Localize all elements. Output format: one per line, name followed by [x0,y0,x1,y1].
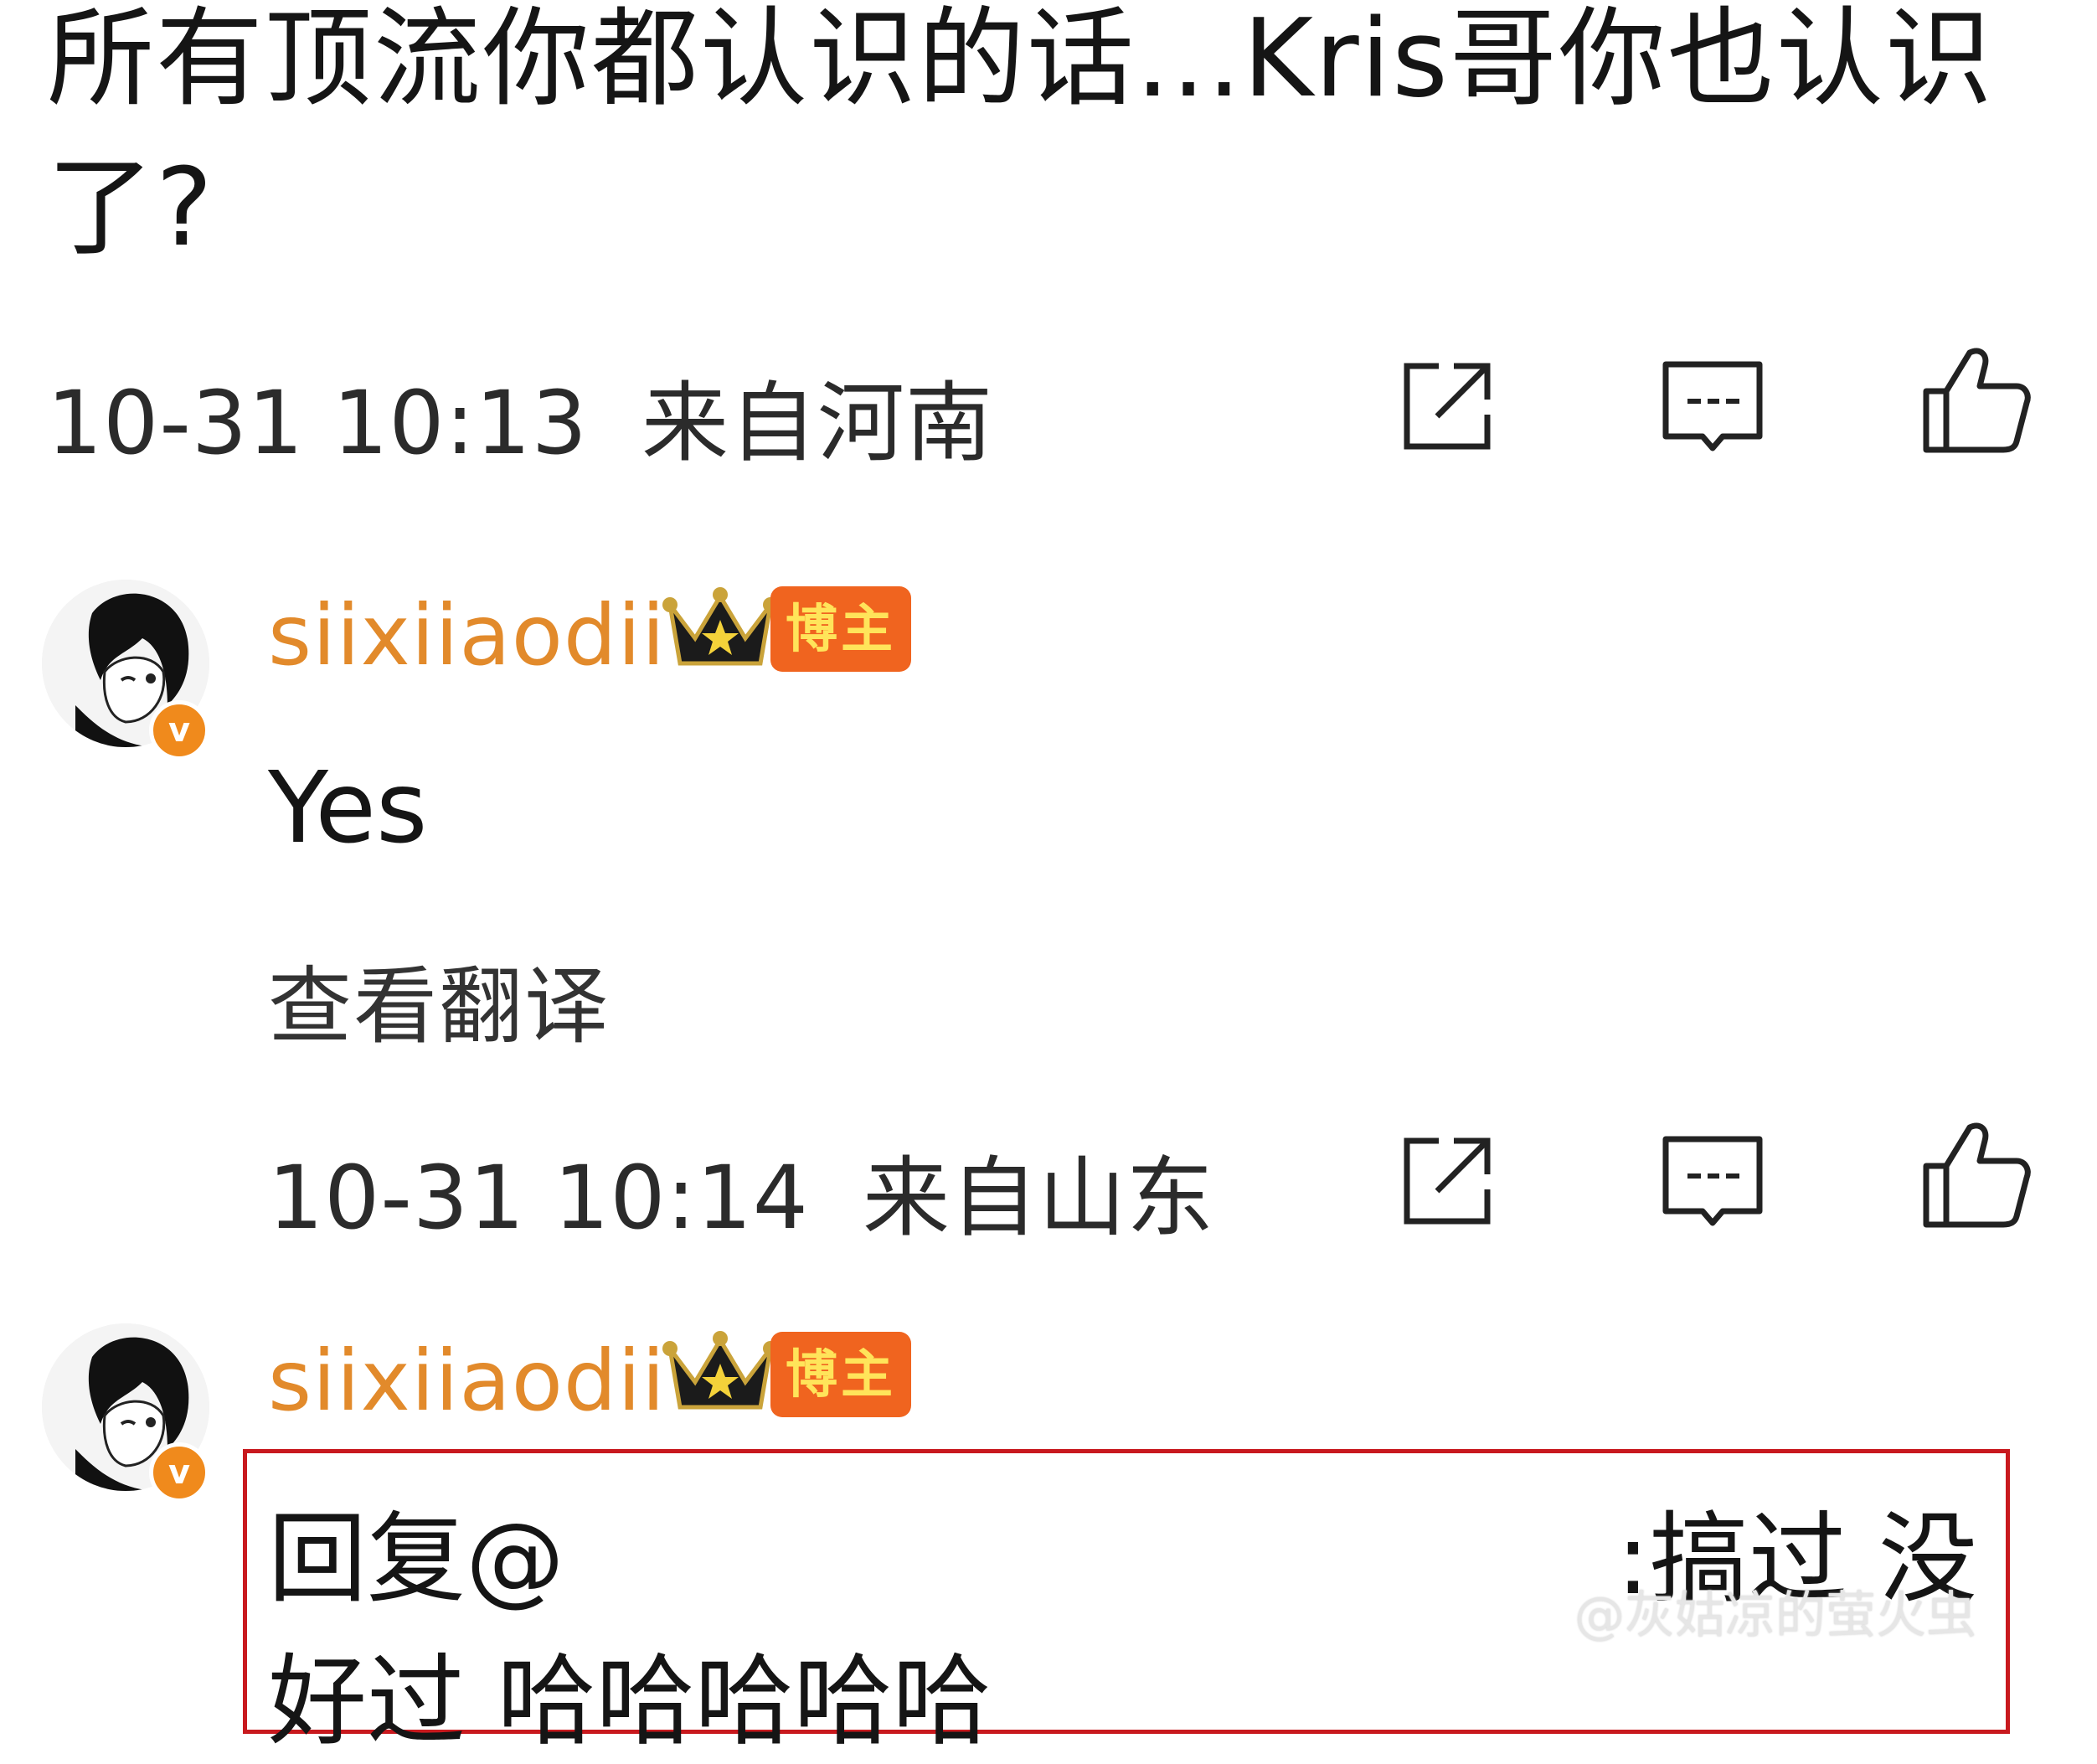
share-button[interactable] [1389,1122,1506,1240]
watermark: @灰姑凉的萤火虫 [1574,1586,1976,1645]
like-button[interactable] [1918,339,2035,456]
thumbs-up-icon [1923,348,2031,453]
author-tag: 博主 [770,586,912,672]
post-timestamp: 10-31 10:13 [47,372,588,474]
comment-icon [1662,1136,1763,1226]
comment-button[interactable] [1654,1122,1771,1240]
reply-timestamp: 10-31 10:14 [268,1147,809,1249]
post-location: 来自河南 [641,372,994,474]
reply-meta: 10-31 10:14 来自山东 [268,1127,1214,1253]
reply-text: Yes [268,750,428,865]
post-text: 所有顶流你都认识的话...Kris哥你也认识了? [47,0,1994,271]
share-icon [1404,363,1491,450]
crown-icon [662,1323,779,1424]
verified-badge-icon: v [149,1442,209,1503]
crown-icon [662,580,779,680]
author-tag: 博主 [770,1332,912,1417]
reply-quote-line2: 好过 哈哈哈哈哈 [268,1643,992,1759]
thumbs-up-icon [1923,1122,2031,1228]
like-button[interactable] [1918,1114,2035,1231]
share-icon [1404,1137,1491,1225]
username[interactable]: siixiiaodii [268,586,666,684]
reply-location: 来自山东 [863,1147,1215,1249]
username[interactable]: siixiiaodii [268,1332,666,1430]
share-button[interactable] [1389,348,1506,465]
translate-link[interactable]: 查看翻译 [268,938,610,1060]
comment-icon [1662,361,1763,451]
reply-quote-prefix: 回复@ [268,1501,565,1617]
post-meta: 10-31 10:13 来自河南 [47,352,993,478]
verified-badge-icon: v [149,700,209,761]
comment-button[interactable] [1654,348,1771,465]
